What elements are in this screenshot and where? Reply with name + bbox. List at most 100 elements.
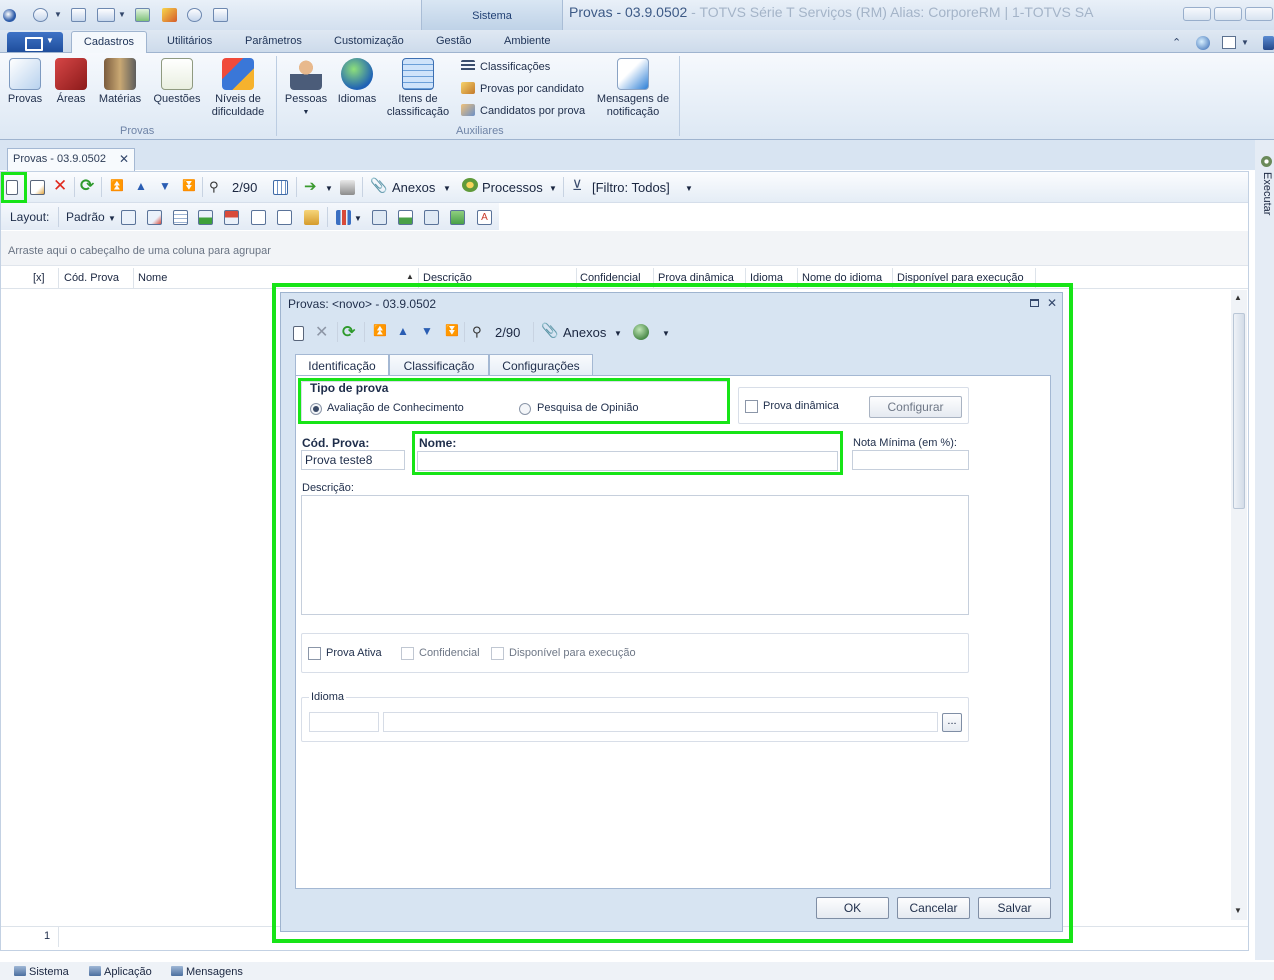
tab-parametros[interactable]: Parâmetros — [245, 35, 302, 47]
view-option-icon[interactable] — [450, 210, 465, 225]
layout-folder-icon[interactable] — [304, 210, 319, 225]
processes-icon[interactable] — [462, 178, 478, 192]
printer-icon[interactable] — [340, 180, 355, 195]
checkbox-prova-ativa[interactable] — [308, 647, 321, 660]
tab-classificacao[interactable]: Classificação — [389, 354, 489, 376]
ribbon-questoes-button[interactable]: Questões — [150, 58, 204, 106]
tab-configuracoes[interactable]: Configurações — [489, 354, 593, 376]
checkbox-disponivel-execucao[interactable] — [491, 647, 504, 660]
processos-button[interactable]: Processos — [482, 180, 543, 195]
status-sistema[interactable]: Sistema — [14, 966, 69, 978]
help-icon[interactable] — [1263, 36, 1274, 50]
chevron-down-icon[interactable]: ▼ — [1241, 38, 1249, 47]
ribbon-classificacoes-button[interactable]: Classificações — [461, 60, 550, 73]
chevron-down-icon[interactable]: ▼ — [443, 184, 451, 193]
copy-windows-icon[interactable] — [213, 8, 228, 22]
layout-import-icon[interactable] — [198, 210, 213, 225]
ribbon-itens-button[interactable]: Itens de classificação — [385, 58, 451, 119]
column-header-nome[interactable]: Nome — [138, 272, 167, 284]
save-button[interactable]: Salvar — [978, 897, 1051, 919]
ribbon-mensagens-button[interactable]: Mensagens de notificação — [594, 58, 672, 119]
first-record-icon[interactable]: ⏫ — [373, 324, 387, 337]
status-aplicacao[interactable]: Aplicação — [89, 966, 152, 978]
minimize-button[interactable] — [1183, 7, 1211, 21]
dialog-anexos-button[interactable]: Anexos — [563, 325, 606, 340]
paperclip-icon[interactable]: 📎 — [541, 322, 558, 339]
tab-utilitarios[interactable]: Utilitários — [167, 35, 212, 47]
scroll-up-icon[interactable]: ▲ — [1234, 293, 1242, 302]
chevron-down-icon[interactable]: ▼ — [685, 184, 693, 193]
scroll-down-icon[interactable]: ▼ — [1234, 906, 1242, 915]
configurar-button[interactable]: Configurar — [869, 396, 962, 418]
new-document-icon[interactable] — [293, 326, 304, 341]
ribbon-candidatos-prova-button[interactable]: Candidatos por prova — [461, 104, 585, 117]
layout-sort-icon[interactable] — [277, 210, 292, 225]
filter-button[interactable]: [Filtro: Todos] — [592, 180, 670, 195]
view-option-icon[interactable] — [398, 210, 413, 225]
paperclip-icon[interactable]: 📎 — [370, 177, 387, 194]
tab-identificacao[interactable]: Identificação — [295, 354, 389, 377]
application-menu-button[interactable] — [7, 32, 63, 52]
view-option-icon[interactable] — [372, 210, 387, 225]
close-tab-icon[interactable]: ✕ — [119, 152, 129, 166]
layout-delete-icon[interactable] — [147, 210, 162, 225]
previous-record-icon[interactable]: ▲ — [397, 324, 409, 338]
idioma-code-input[interactable] — [309, 712, 379, 732]
checkbox-prova-dinamica[interactable] — [745, 400, 758, 413]
app-logo-icon[interactable] — [3, 9, 16, 22]
chart-icon[interactable] — [336, 210, 351, 225]
layout-export-icon[interactable] — [224, 210, 239, 225]
refresh-icon[interactable]: ⟳ — [342, 322, 355, 342]
radio-avaliacao-conhecimento[interactable] — [310, 403, 322, 415]
close-button[interactable] — [1245, 7, 1273, 21]
ribbon-provas-button[interactable]: Provas — [4, 58, 46, 106]
screen-icon[interactable] — [97, 8, 115, 22]
window-icon[interactable] — [71, 8, 86, 22]
chevron-down-icon[interactable]: ▼ — [54, 10, 62, 19]
delete-icon[interactable]: ✕ — [315, 322, 328, 342]
tab-gestao[interactable]: Gestão — [436, 35, 471, 47]
restore-button[interactable] — [1214, 7, 1242, 21]
next-record-icon[interactable]: ▼ — [159, 179, 171, 193]
ribbon-materias-button[interactable]: Matérias — [96, 58, 144, 106]
close-dialog-icon[interactable]: ✕ — [1047, 296, 1057, 310]
last-record-icon[interactable]: ⏬ — [182, 179, 196, 192]
ribbon-niveis-button[interactable]: Níveis de dificuldade — [207, 58, 269, 119]
radio-pesquisa-opiniao[interactable] — [519, 403, 531, 415]
binoculars-icon[interactable]: ⚲ — [472, 324, 482, 340]
layout-columns-icon[interactable] — [251, 210, 266, 225]
chevron-down-icon[interactable]: ▼ — [118, 10, 126, 19]
idioma-name-input[interactable] — [383, 712, 938, 732]
help-globe-icon[interactable] — [1196, 36, 1210, 50]
ribbon-pessoas-button[interactable]: Pessoas ▼ — [283, 58, 329, 119]
binoculars-icon[interactable]: ⚲ — [209, 179, 219, 195]
refresh-icon[interactable]: ⟳ — [80, 176, 94, 196]
chevron-down-icon[interactable]: ▼ — [354, 214, 362, 223]
chevron-down-icon[interactable]: ▼ — [549, 184, 557, 193]
document-tab-provas[interactable]: Provas - 03.9.0502 — [7, 148, 135, 171]
anexos-button[interactable]: Anexos — [392, 180, 435, 195]
column-header-cod-prova[interactable]: Cód. Prova — [64, 272, 119, 284]
cancel-button[interactable]: Cancelar — [897, 897, 970, 919]
view-option-icon[interactable] — [424, 210, 439, 225]
ribbon-provas-candidato-button[interactable]: Provas por candidato — [461, 82, 584, 95]
layout-preset-dropdown[interactable]: Padrão ▼ — [66, 210, 116, 224]
maximize-dialog-icon[interactable] — [1030, 299, 1039, 307]
tab-cadastros[interactable]: Cadastros — [71, 31, 147, 54]
ribbon-areas-button[interactable]: Áreas — [51, 58, 91, 106]
ribbon-idiomas-button[interactable]: Idiomas — [335, 58, 379, 106]
layout-grid-icon[interactable] — [173, 210, 188, 225]
status-mensagens[interactable]: Mensagens — [171, 966, 243, 978]
filter-icon[interactable]: ⊻ — [572, 177, 582, 194]
last-record-icon[interactable]: ⏬ — [445, 324, 459, 337]
chevron-down-icon[interactable]: ▼ — [662, 329, 670, 338]
edit-icon[interactable] — [30, 180, 45, 195]
idioma-lookup-button[interactable]: ... — [942, 713, 962, 732]
delete-icon[interactable]: ✕ — [53, 176, 67, 196]
cod-prova-input[interactable]: Prova teste8 — [301, 450, 405, 470]
tools-icon[interactable] — [162, 8, 177, 22]
globe-icon[interactable] — [33, 8, 48, 22]
first-record-icon[interactable]: ⏫ — [110, 179, 124, 192]
previous-record-icon[interactable]: ▲ — [135, 179, 147, 193]
scrollbar-thumb[interactable] — [1233, 313, 1245, 509]
